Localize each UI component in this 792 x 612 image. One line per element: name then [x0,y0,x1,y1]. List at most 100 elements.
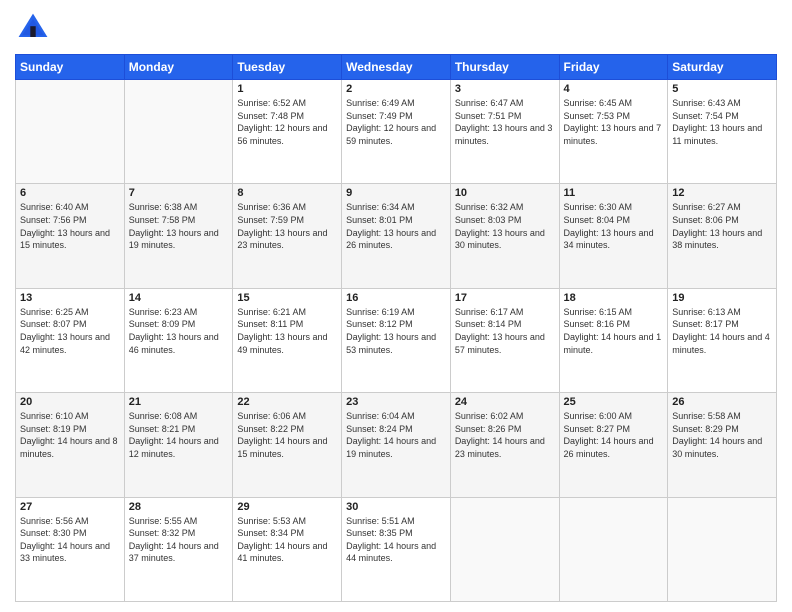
day-info: Sunrise: 5:56 AMSunset: 8:30 PMDaylight:… [20,515,120,565]
calendar-cell: 20 Sunrise: 6:10 AMSunset: 8:19 PMDayligh… [16,393,125,497]
day-number: 26 [672,396,772,408]
day-number: 10 [455,187,555,199]
calendar-cell: 1Sunrise: 6:52 AMSunset: 7:48 PMDaylight… [233,80,342,184]
calendar-cell [668,497,777,601]
calendar-cell: 16 Sunrise: 6:19 AMSunset: 8:12 PMDayligh… [342,288,451,392]
calendar-week-4: 20 Sunrise: 6:10 AMSunset: 8:19 PMDayligh… [16,393,777,497]
calendar-cell: 22 Sunrise: 6:06 AMSunset: 8:22 PMDayligh… [233,393,342,497]
calendar-cell: 21 Sunrise: 6:08 AMSunset: 8:21 PMDayligh… [124,393,233,497]
day-info: Sunrise: 6:08 AMSunset: 8:21 PMDaylight:… [129,410,229,460]
calendar-cell: 28 Sunrise: 5:55 AMSunset: 8:32 PMDayligh… [124,497,233,601]
day-info: Sunrise: 6:13 AMSunset: 8:17 PMDaylight:… [672,306,772,356]
calendar-week-5: 27 Sunrise: 5:56 AMSunset: 8:30 PMDayligh… [16,497,777,601]
day-number: 25 [564,396,664,408]
calendar-cell: 14Sunrise: 6:23 AMSunset: 8:09 PMDayligh… [124,288,233,392]
day-info: Sunrise: 6:32 AMSunset: 8:03 PMDaylight:… [455,201,555,251]
day-info: Sunrise: 6:43 AMSunset: 7:54 PMDaylight:… [672,97,772,147]
day-number: 14 [129,292,229,304]
day-number: 7 [129,187,229,199]
day-number: 3 [455,83,555,95]
calendar-cell: 12 Sunrise: 6:27 AMSunset: 8:06 PMDayligh… [668,184,777,288]
day-number: 15 [237,292,337,304]
day-info: Sunrise: 6:25 AMSunset: 8:07 PMDaylight:… [20,306,120,356]
day-info: Sunrise: 6:04 AMSunset: 8:24 PMDaylight:… [346,410,446,460]
day-number: 22 [237,396,337,408]
day-info: Sunrise: 6:34 AMSunset: 8:01 PMDaylight:… [346,201,446,251]
day-number: 8 [237,187,337,199]
day-number: 13 [20,292,120,304]
calendar-cell: 18 Sunrise: 6:15 AMSunset: 8:16 PMDayligh… [559,288,668,392]
day-number: 1 [237,83,337,95]
day-number: 21 [129,396,229,408]
day-number: 12 [672,187,772,199]
calendar-cell: 8 Sunrise: 6:36 AMSunset: 7:59 PMDaylight… [233,184,342,288]
calendar-cell: 5Sunrise: 6:43 AMSunset: 7:54 PMDaylight… [668,80,777,184]
calendar-header-tuesday: Tuesday [233,55,342,80]
calendar-header-friday: Friday [559,55,668,80]
day-info: Sunrise: 5:51 AMSunset: 8:35 PMDaylight:… [346,515,446,565]
calendar: SundayMondayTuesdayWednesdayThursdayFrid… [15,54,777,602]
calendar-cell: 26 Sunrise: 5:58 AMSunset: 8:29 PMDayligh… [668,393,777,497]
calendar-week-2: 6 Sunrise: 6:40 AMSunset: 7:56 PMDaylight… [16,184,777,288]
day-number: 29 [237,501,337,513]
calendar-cell: 11 Sunrise: 6:30 AMSunset: 8:04 PMDayligh… [559,184,668,288]
calendar-header-thursday: Thursday [450,55,559,80]
day-info: Sunrise: 6:49 AMSunset: 7:49 PMDaylight:… [346,97,446,147]
day-info: Sunrise: 6:17 AMSunset: 8:14 PMDaylight:… [455,306,555,356]
day-number: 18 [564,292,664,304]
day-number: 30 [346,501,446,513]
day-number: 16 [346,292,446,304]
day-number: 24 [455,396,555,408]
calendar-cell: 24 Sunrise: 6:02 AMSunset: 8:26 PMDayligh… [450,393,559,497]
calendar-cell: 23 Sunrise: 6:04 AMSunset: 8:24 PMDayligh… [342,393,451,497]
calendar-cell: 13 Sunrise: 6:25 AMSunset: 8:07 PMDayligh… [16,288,125,392]
day-info: Sunrise: 6:02 AMSunset: 8:26 PMDaylight:… [455,410,555,460]
header [15,10,777,46]
calendar-header-monday: Monday [124,55,233,80]
calendar-cell: 6 Sunrise: 6:40 AMSunset: 7:56 PMDaylight… [16,184,125,288]
day-info: Sunrise: 6:38 AMSunset: 7:58 PMDaylight:… [129,201,229,251]
day-number: 23 [346,396,446,408]
logo [15,10,55,46]
day-number: 4 [564,83,664,95]
day-info: Sunrise: 5:55 AMSunset: 8:32 PMDaylight:… [129,515,229,565]
day-number: 27 [20,501,120,513]
calendar-cell: 19 Sunrise: 6:13 AMSunset: 8:17 PMDayligh… [668,288,777,392]
day-info: Sunrise: 6:06 AMSunset: 8:22 PMDaylight:… [237,410,337,460]
day-number: 6 [20,187,120,199]
day-info: Sunrise: 5:58 AMSunset: 8:29 PMDaylight:… [672,410,772,460]
day-info: Sunrise: 6:40 AMSunset: 7:56 PMDaylight:… [20,201,120,251]
day-number: 19 [672,292,772,304]
calendar-cell: 10 Sunrise: 6:32 AMSunset: 8:03 PMDayligh… [450,184,559,288]
calendar-cell: 17 Sunrise: 6:17 AMSunset: 8:14 PMDayligh… [450,288,559,392]
day-info: Sunrise: 6:10 AMSunset: 8:19 PMDaylight:… [20,410,120,460]
calendar-week-1: 1Sunrise: 6:52 AMSunset: 7:48 PMDaylight… [16,80,777,184]
day-number: 11 [564,187,664,199]
day-number: 17 [455,292,555,304]
day-info: Sunrise: 5:53 AMSunset: 8:34 PMDaylight:… [237,515,337,565]
calendar-cell: 25Sunrise: 6:00 AMSunset: 8:27 PMDayligh… [559,393,668,497]
page: SundayMondayTuesdayWednesdayThursdayFrid… [0,0,792,612]
calendar-cell [559,497,668,601]
day-info: Sunrise: 6:47 AMSunset: 7:51 PMDaylight:… [455,97,555,147]
day-number: 28 [129,501,229,513]
day-info: Sunrise: 6:19 AMSunset: 8:12 PMDaylight:… [346,306,446,356]
day-number: 9 [346,187,446,199]
calendar-cell: 30 Sunrise: 5:51 AMSunset: 8:35 PMDayligh… [342,497,451,601]
calendar-cell [16,80,125,184]
day-number: 20 [20,396,120,408]
calendar-cell: 15Sunrise: 6:21 AMSunset: 8:11 PMDayligh… [233,288,342,392]
day-info: Sunrise: 6:15 AMSunset: 8:16 PMDaylight:… [564,306,664,356]
calendar-cell [124,80,233,184]
calendar-cell: 2Sunrise: 6:49 AMSunset: 7:49 PMDaylight… [342,80,451,184]
calendar-cell: 4Sunrise: 6:45 AMSunset: 7:53 PMDaylight… [559,80,668,184]
day-info: Sunrise: 6:30 AMSunset: 8:04 PMDaylight:… [564,201,664,251]
day-info: Sunrise: 6:36 AMSunset: 7:59 PMDaylight:… [237,201,337,251]
logo-icon [15,10,51,46]
calendar-week-3: 13 Sunrise: 6:25 AMSunset: 8:07 PMDayligh… [16,288,777,392]
calendar-cell: 3 Sunrise: 6:47 AMSunset: 7:51 PMDaylight… [450,80,559,184]
calendar-cell: 7 Sunrise: 6:38 AMSunset: 7:58 PMDaylight… [124,184,233,288]
day-info: Sunrise: 6:27 AMSunset: 8:06 PMDaylight:… [672,201,772,251]
calendar-header-row: SundayMondayTuesdayWednesdayThursdayFrid… [16,55,777,80]
calendar-header-wednesday: Wednesday [342,55,451,80]
